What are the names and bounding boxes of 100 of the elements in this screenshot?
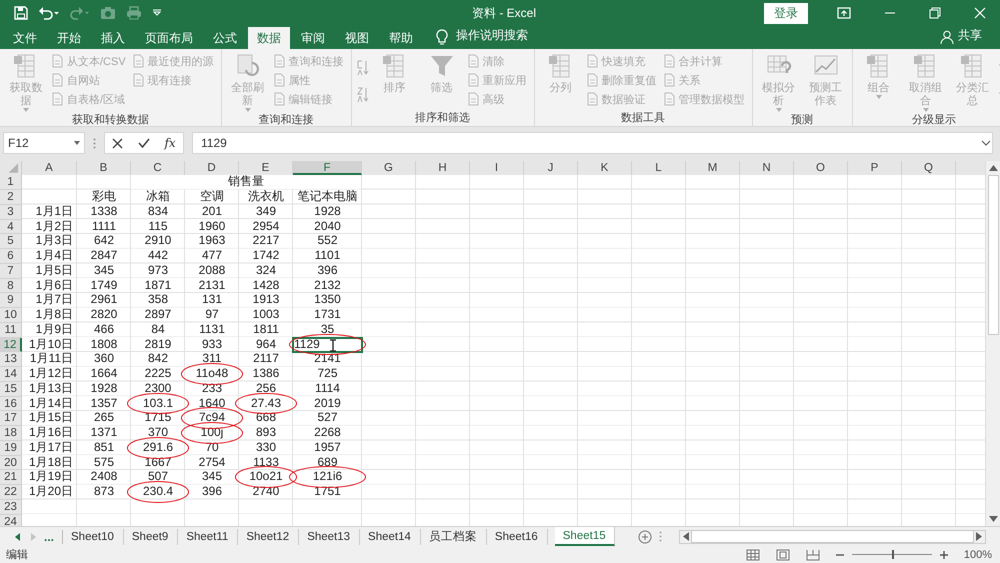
table-cell: 2117: [253, 351, 279, 366]
row-header[interactable]: 7: [0, 264, 22, 278]
ribbon-tab[interactable]: 插入: [92, 27, 134, 50]
row-header[interactable]: 22: [0, 485, 22, 500]
date-cell: 1月20日: [28, 484, 73, 498]
sheet-tab[interactable]: 员工档案: [428, 528, 487, 545]
column-header[interactable]: O: [794, 161, 848, 176]
table-cell: 2131: [198, 278, 226, 292]
table-cell: 1731: [314, 307, 341, 321]
ribbon-tab[interactable]: 开始: [48, 27, 90, 50]
table-cell: 477: [202, 248, 222, 262]
row-header[interactable]: 20: [0, 456, 22, 470]
date-cell: 1月5日: [36, 262, 73, 277]
table-cell: 873: [94, 484, 114, 498]
table-cell: 2019: [314, 396, 341, 410]
sign-in-button[interactable]: 登录: [764, 2, 808, 24]
ribbon-tab[interactable]: 视图: [336, 27, 378, 50]
column-header[interactable]: G: [362, 161, 416, 176]
date-cell: 1月18日: [28, 454, 73, 468]
column-header[interactable]: A: [22, 161, 77, 176]
sheet-tab[interactable]: Sheet14: [367, 528, 421, 545]
ribbon-tab[interactable]: 数据: [248, 27, 290, 50]
column-header[interactable]: P: [848, 161, 902, 176]
ribbon-tab[interactable]: 帮助: [380, 27, 422, 50]
date-cell: 1月8日: [36, 307, 73, 321]
table-cell: 103.1: [142, 396, 174, 410]
ribbon-tab[interactable]: 页面布局: [136, 27, 202, 50]
row-header[interactable]: 18: [0, 426, 22, 441]
row-header[interactable]: 11: [0, 322, 22, 338]
sheet-tab[interactable]: Sheet16: [494, 528, 548, 545]
row-header[interactable]: 4: [0, 220, 22, 234]
sheet-tab[interactable]: Sheet10: [70, 528, 124, 545]
insert-function-button[interactable]: fx: [164, 136, 176, 150]
row-header[interactable]: 10: [0, 308, 22, 323]
sheet-tab[interactable]: Sheet11: [185, 528, 238, 545]
row-header[interactable]: 12: [0, 338, 22, 352]
row-header[interactable]: 24: [0, 514, 22, 526]
table-cell: 349: [256, 204, 276, 218]
table-cell: 1640: [198, 396, 226, 410]
column-header[interactable]: L: [632, 161, 686, 176]
sheet-tab[interactable]: Sheet15: [554, 527, 615, 546]
table-cell: 842: [148, 351, 168, 366]
table-cell: 256: [256, 380, 276, 395]
tell-me-search[interactable]: 操作说明搜索: [456, 27, 528, 44]
date-cell: 1月15日: [28, 410, 73, 424]
row-header[interactable]: 2: [0, 190, 22, 205]
table-cell: 2268: [314, 425, 341, 439]
row-header[interactable]: 1: [0, 175, 22, 190]
date-cell: 1月17日: [28, 440, 73, 454]
row-header[interactable]: 13: [0, 352, 22, 367]
row-header[interactable]: 3: [0, 204, 22, 220]
sheet-tab[interactable]: Sheet12: [245, 528, 300, 545]
table-cell: 131: [202, 292, 222, 306]
ribbon-tab[interactable]: 审阅: [292, 27, 334, 50]
sheet-tab[interactable]: Sheet9: [130, 528, 178, 545]
ribbon-tab[interactable]: 文件: [4, 27, 46, 50]
row-header[interactable]: 21: [0, 470, 22, 485]
row-header[interactable]: 8: [0, 278, 22, 294]
table-cell: 1428: [252, 278, 280, 292]
column-header[interactable]: B: [77, 161, 131, 176]
table-cell: 2088: [198, 262, 226, 277]
table-cell: 973: [148, 262, 168, 277]
formula-input[interactable]: 1129: [192, 132, 993, 154]
date-cell: 1月7日: [36, 292, 73, 306]
group-label: 预测: [790, 112, 814, 127]
name-box[interactable]: F12: [3, 132, 85, 154]
table-cell: 1114: [315, 380, 340, 395]
more-sheets-button[interactable]: ...: [44, 530, 64, 544]
row-header[interactable]: 5: [0, 234, 22, 249]
table-cell: 689: [317, 454, 338, 468]
merged-title-cell: 销售量: [131, 175, 361, 189]
column-header[interactable]: H: [416, 161, 470, 176]
column-header[interactable]: M: [686, 161, 740, 176]
row-header[interactable]: 14: [0, 367, 22, 382]
row-header[interactable]: 23: [0, 500, 22, 514]
column-header[interactable]: I: [470, 161, 524, 176]
date-cell: 1月4日: [36, 248, 73, 262]
row-header[interactable]: 19: [0, 440, 22, 456]
column-header[interactable]: K: [578, 161, 632, 176]
row-header[interactable]: 17: [0, 411, 22, 426]
table-cell: 1129: [294, 336, 320, 350]
table-cell: 324: [256, 262, 276, 277]
row-header[interactable]: 16: [0, 396, 22, 412]
table-cell: 2910: [144, 233, 172, 248]
column-header[interactable]: F: [293, 161, 362, 176]
table-cell: 345: [202, 469, 222, 484]
share-button[interactable]: 共享: [958, 27, 982, 44]
row-header[interactable]: 6: [0, 249, 22, 264]
row-header[interactable]: 9: [0, 293, 22, 308]
column-header[interactable]: Q: [902, 161, 956, 176]
sheet-tab[interactable]: Sheet13: [306, 528, 360, 545]
ribbon-tab[interactable]: 公式: [204, 27, 246, 50]
row-header[interactable]: 15: [0, 382, 22, 396]
table-cell: 330: [256, 440, 276, 454]
date-cell: 1月19日: [28, 469, 73, 484]
table-cell: 2132: [314, 278, 341, 292]
column-header[interactable]: J: [524, 161, 578, 176]
column-header[interactable]: N: [740, 161, 794, 176]
zoom-level[interactable]: 100%: [964, 548, 992, 561]
table-cell: 1811: [253, 322, 279, 336]
